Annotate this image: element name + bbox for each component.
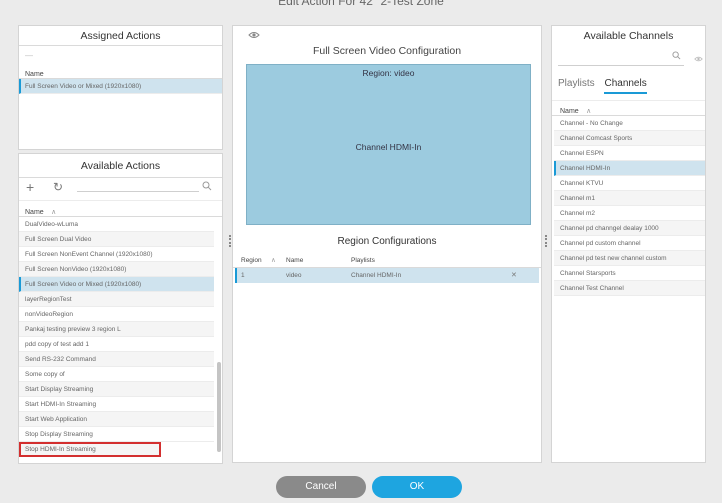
- action-row[interactable]: Start HDMI-In Streaming: [19, 397, 214, 412]
- action-row[interactable]: Pankaj testing preview 3 region L: [19, 322, 214, 337]
- action-row[interactable]: pdd copy of test add 1: [19, 337, 214, 352]
- available-actions-title: Available Actions: [19, 154, 222, 178]
- assigned-action-row[interactable]: Full Screen Video or Mixed (1920x1080): [19, 79, 222, 94]
- channel-row[interactable]: Channel KTVU: [554, 176, 705, 191]
- action-row[interactable]: Start Display Streaming: [19, 382, 214, 397]
- region-column[interactable]: Region: [241, 253, 262, 268]
- assigned-actions-title: Assigned Actions: [19, 26, 222, 46]
- channel-row[interactable]: Channel Comcast Sports: [554, 131, 705, 146]
- available-actions-header[interactable]: Name ∧: [19, 200, 222, 217]
- tab-playlists[interactable]: Playlists: [558, 78, 595, 89]
- region-channel-label: Channel HDMI-In: [355, 142, 422, 152]
- channel-row[interactable]: Channel ESPN: [554, 146, 705, 161]
- assigned-name-column: Name: [25, 71, 44, 78]
- assigned-actions-header[interactable]: Name: [19, 64, 222, 79]
- configuration-panel: Full Screen Video Configuration Region: …: [232, 25, 542, 463]
- right-splitter-handle[interactable]: [545, 235, 547, 247]
- tab-channels[interactable]: Channels: [604, 78, 647, 94]
- region-table-header: Region ∧ Name Playlists: [233, 253, 541, 268]
- action-row[interactable]: Full Screen Dual Video: [19, 232, 214, 247]
- action-row[interactable]: Full Screen NonVideo (1920x1080): [19, 262, 214, 277]
- channel-row[interactable]: Channel - No Change: [554, 116, 705, 131]
- available-actions-toolbar: + ↻: [19, 178, 222, 200]
- channel-row[interactable]: Channel pd channgel dealay 1000: [554, 221, 705, 236]
- channels-header[interactable]: Name ∧: [552, 100, 705, 116]
- action-row[interactable]: Start Web Application: [19, 412, 214, 427]
- dialog-title: Edit Action For 42" 2-Test Zone: [278, 0, 444, 8]
- channels-name-column: Name: [560, 108, 579, 115]
- action-row[interactable]: Some copy of: [19, 367, 214, 382]
- action-row[interactable]: Full Screen Video or Mixed (1920x1080): [19, 277, 214, 292]
- eye-icon[interactable]: [248, 31, 260, 39]
- region-row-playlist: Channel HDMI-In: [351, 272, 402, 279]
- config-title: Full Screen Video Configuration: [312, 45, 462, 57]
- channel-search-icon[interactable]: [672, 51, 681, 60]
- available-actions-list: DualVideo-wLuma Full Screen Dual Video F…: [19, 217, 222, 457]
- channel-tabs: Playlists Channels: [558, 78, 647, 96]
- channel-row[interactable]: Channel HDMI-In: [554, 161, 705, 176]
- action-row[interactable]: Send RS-232 Command: [19, 352, 214, 367]
- action-row[interactable]: DualVideo-wLuma: [19, 217, 214, 232]
- cancel-button[interactable]: Cancel: [276, 476, 366, 498]
- channel-search-field[interactable]: [558, 65, 684, 66]
- channel-row[interactable]: Channel m2: [554, 206, 705, 221]
- channel-eye-icon[interactable]: [694, 56, 703, 62]
- available-actions-panel: Available Actions + ↻ Name ∧ DualVideo-w…: [18, 153, 223, 464]
- name-column[interactable]: Name: [286, 253, 303, 268]
- add-icon[interactable]: +: [26, 179, 34, 195]
- action-row-highlighted[interactable]: Stop HDMI-In Streaming: [19, 442, 161, 457]
- channel-row[interactable]: Channel Test Channel: [554, 281, 705, 296]
- assigned-actions-panel: Assigned Actions — Name Full Screen Vide…: [18, 25, 223, 150]
- action-row[interactable]: nonVideoRegion: [19, 307, 214, 322]
- region-preview[interactable]: Region: video Channel HDMI-In: [246, 64, 531, 225]
- region-label: Region: video: [362, 68, 415, 78]
- channel-row[interactable]: Channel m1: [554, 191, 705, 206]
- action-row[interactable]: Full Screen NonEvent Channel (1920x1080): [19, 247, 214, 262]
- playlists-column[interactable]: Playlists: [351, 253, 375, 268]
- available-channels-title: Available Channels: [583, 30, 674, 42]
- refresh-icon[interactable]: ↻: [53, 180, 63, 194]
- available-channels-panel: Available Channels Playlists Channels Na…: [551, 25, 706, 463]
- remove-icon[interactable]: ✕: [511, 268, 517, 283]
- search-icon[interactable]: [202, 181, 212, 191]
- channel-row[interactable]: Channel Starsports: [554, 266, 705, 281]
- action-row[interactable]: Stop Display Streaming: [19, 427, 214, 442]
- region-row-name: video: [286, 272, 302, 279]
- region-configurations-title: Region Configurations: [337, 236, 437, 247]
- channel-row[interactable]: Channel pd test new channel custom: [554, 251, 705, 266]
- search-field[interactable]: [77, 191, 199, 192]
- sort-asc-icon[interactable]: ∧: [51, 209, 56, 216]
- region-row-number: 1: [241, 272, 245, 279]
- ok-button[interactable]: OK: [372, 476, 462, 498]
- left-splitter-handle[interactable]: [229, 235, 231, 247]
- assigned-actions-dash: —: [25, 51, 33, 60]
- channels-list: Channel - No Change Channel Comcast Spor…: [554, 116, 705, 296]
- channels-sort-icon[interactable]: ∧: [586, 108, 591, 115]
- action-row[interactable]: layerRegionTest: [19, 292, 214, 307]
- region-row[interactable]: 1 video Channel HDMI-In ✕: [235, 268, 539, 283]
- region-sort-icon[interactable]: ∧: [271, 253, 276, 268]
- available-name-column: Name: [25, 209, 44, 216]
- channel-row[interactable]: Channel pd custom channel: [554, 236, 705, 251]
- scrollbar-thumb[interactable]: [217, 362, 221, 452]
